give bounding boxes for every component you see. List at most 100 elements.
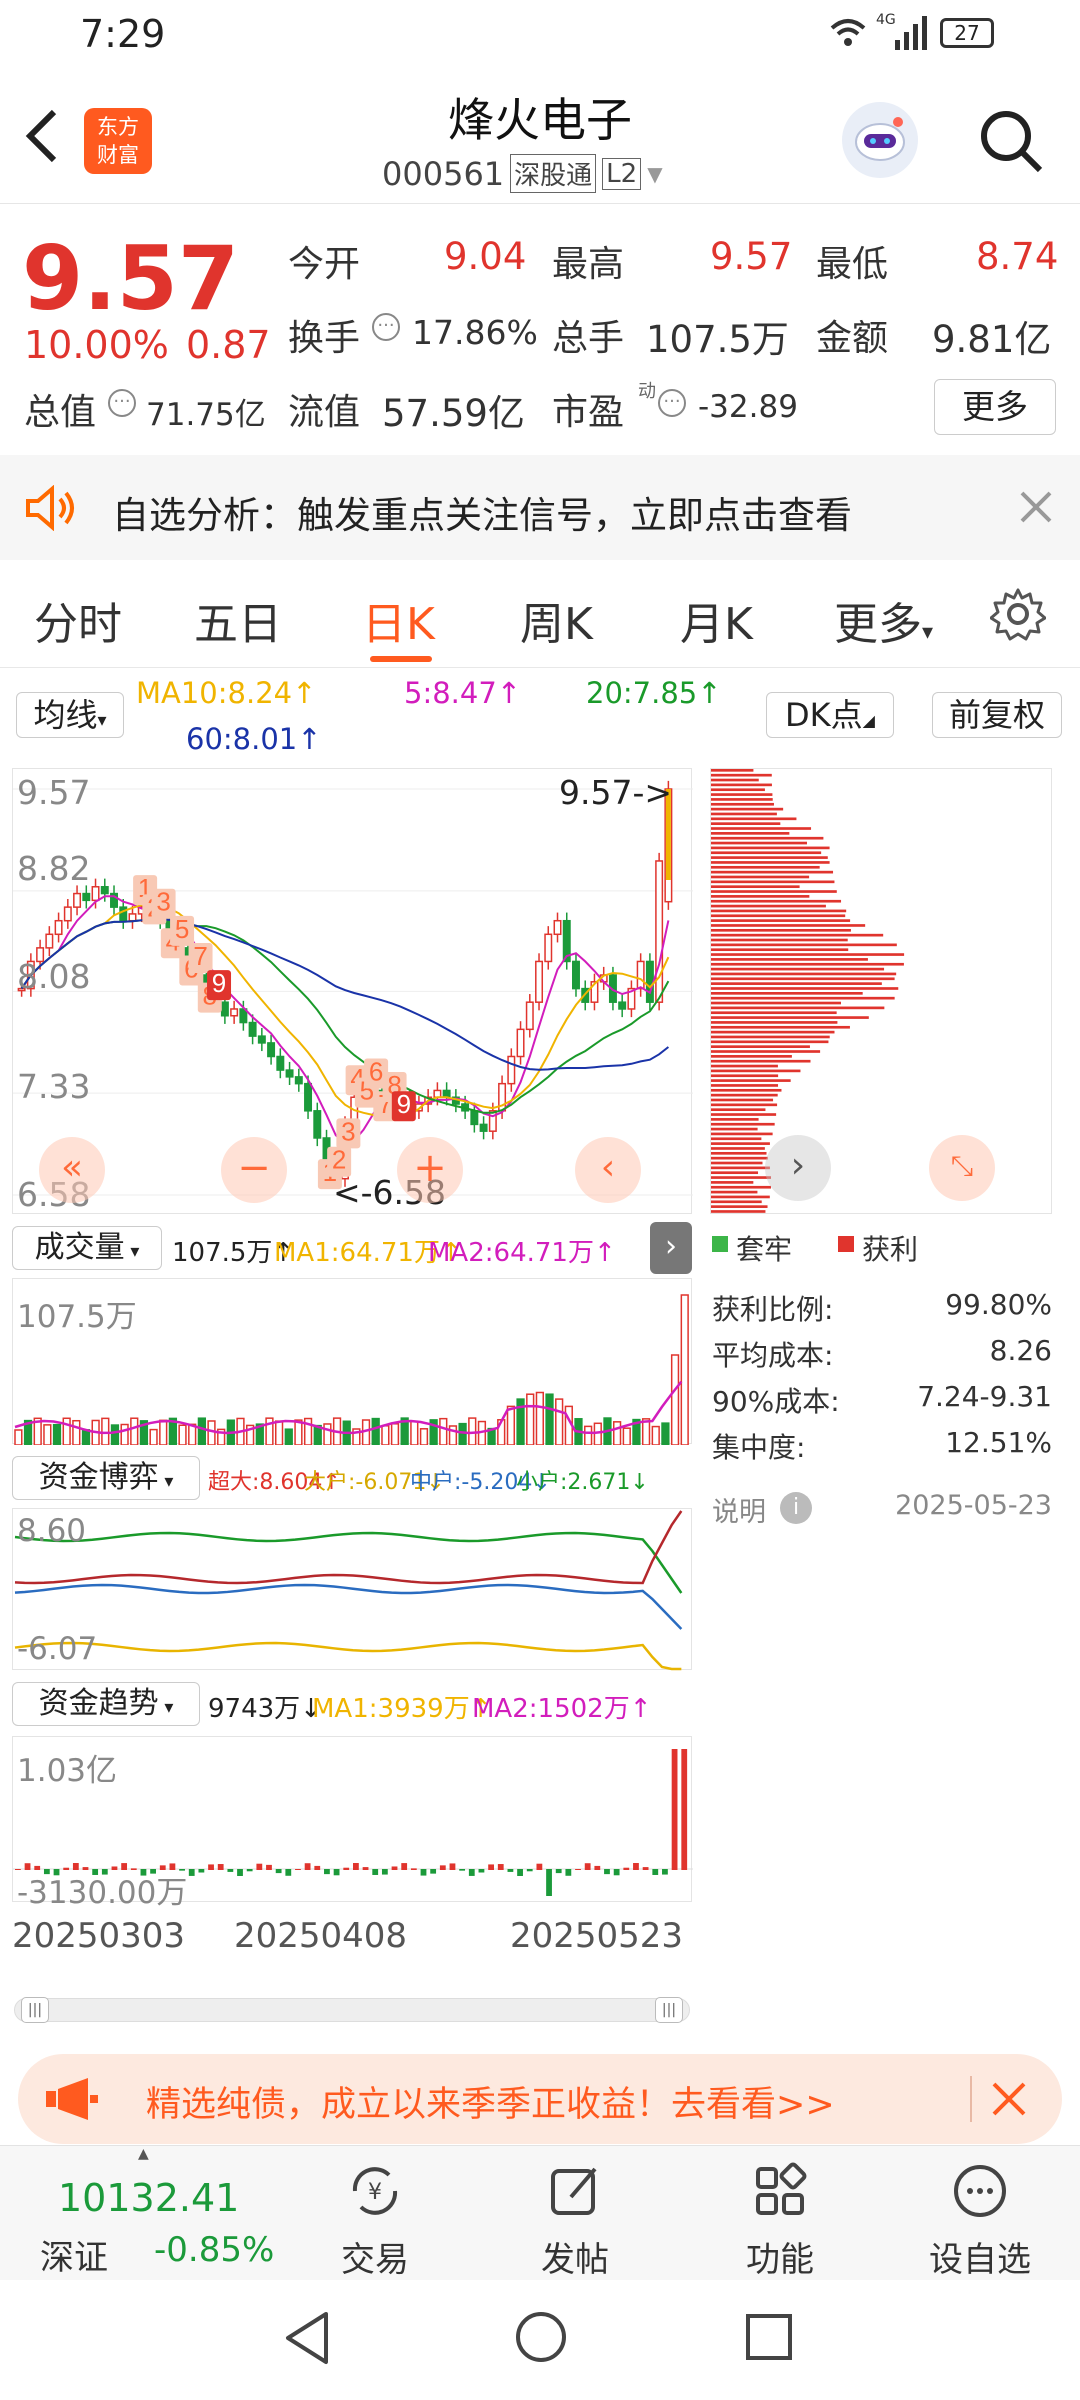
info-dots-icon[interactable]: ··· [658, 389, 686, 417]
tab-more[interactable]: 更多▾ [834, 588, 933, 652]
pe-value: -32.89 [698, 389, 798, 425]
search-icon[interactable] [978, 108, 1044, 174]
trend-bar [671, 1749, 678, 1870]
tab-monthly-k[interactable]: 月K [680, 588, 753, 652]
expand-icon[interactable]: ⤡ [929, 1135, 995, 1201]
index-name: 深证 [40, 2238, 108, 2278]
step-left-icon[interactable]: ‹ [575, 1137, 641, 1203]
info-dots-icon[interactable]: ··· [372, 313, 400, 341]
nav-post[interactable]: 发帖 [505, 2146, 645, 2281]
chip-bar [711, 904, 826, 908]
ma-select[interactable]: 均线▾ [16, 692, 124, 738]
chip-bar [711, 1195, 770, 1199]
chip-bar [711, 846, 830, 850]
tab-daily-k[interactable]: 日K [362, 588, 435, 652]
stock-code: 000561 [382, 154, 505, 193]
chip-bar [711, 880, 835, 884]
more-dots-icon [910, 2156, 1050, 2226]
zoom-out-icon[interactable]: − [221, 1137, 287, 1203]
candle-body [248, 1021, 257, 1037]
trend-bar [295, 1868, 301, 1870]
nav-home-icon[interactable] [514, 2310, 568, 2364]
chip-distribution-chart[interactable]: › ⤡ [710, 768, 1052, 1214]
slider-left-handle[interactable]: ||| [21, 1997, 49, 2023]
fund-trend-chart[interactable]: 1.03亿 -3130.00万 [12, 1736, 693, 1911]
chip-bar [711, 1088, 782, 1092]
trend-bar [652, 1869, 659, 1875]
dk-point-button[interactable]: DK点◢ [766, 692, 894, 738]
trend-bar [604, 1869, 610, 1875]
trend-bar [497, 1864, 504, 1870]
info-icon[interactable]: i [780, 1492, 812, 1524]
tab-intraday[interactable]: 分时 [34, 588, 122, 652]
adjust-button[interactable]: 前复权 [932, 692, 1062, 738]
chip-bar [711, 802, 774, 806]
fund-game-chart[interactable]: 8.60 -6.07 [12, 1508, 692, 1671]
chip-bar [711, 1011, 837, 1015]
volume-bar [584, 1425, 593, 1446]
chip-bar [711, 972, 897, 976]
nav-back-icon[interactable] [282, 2310, 332, 2366]
nav-functions[interactable]: 功能 [710, 2146, 850, 2281]
big-line [14, 1641, 682, 1671]
robot-avatar-icon[interactable] [842, 102, 918, 178]
chip-bar [711, 856, 828, 859]
info-dots-icon[interactable]: ··· [108, 389, 136, 417]
open-value: 9.04 [444, 235, 527, 278]
expand-right-icon[interactable]: › [650, 1222, 692, 1274]
trend-bar [642, 1867, 649, 1870]
close-icon[interactable] [990, 2080, 1028, 2118]
ma60-label: 60:8.01↑ [186, 722, 322, 756]
volume-select[interactable]: 成交量 ▾ [12, 1226, 162, 1270]
trend-bar [555, 1869, 562, 1874]
chip-bar [711, 875, 810, 879]
volume-bar [371, 1417, 380, 1446]
slider-right-handle[interactable]: ||| [655, 1997, 683, 2023]
fund-game-select[interactable]: 资金博弈 ▾ [12, 1456, 200, 1500]
chip-bar [711, 1098, 774, 1102]
trend-bar [478, 1869, 485, 1873]
trend-bar [468, 1869, 475, 1876]
trend-bar [613, 1869, 620, 1876]
signal-digit: 3 [341, 1116, 355, 1146]
trend-bar [517, 1869, 523, 1876]
candle-body [230, 1008, 239, 1017]
trend-bar [353, 1863, 359, 1870]
settings-gear-icon[interactable] [989, 586, 1047, 642]
fund-trend-select[interactable]: 资金趋势 ▾ [12, 1682, 200, 1726]
candle-body [304, 1082, 313, 1112]
chip-next-icon[interactable]: › [765, 1135, 831, 1201]
nav-trade[interactable]: ¥ 交易 [305, 2146, 445, 2281]
tab-five-day[interactable]: 五日 [194, 588, 282, 652]
more-button[interactable]: 更多 [934, 379, 1056, 435]
kline-chart[interactable]: 123456789123456789 9.57 8.82 8.08 7.33 6… [12, 768, 693, 1214]
ma5-label: 5:8.47↑ [404, 676, 522, 710]
analysis-banner[interactable]: 自选分析：触发重点关注信号，立即点击查看 [0, 455, 1080, 560]
volume-chart[interactable]: 107.5万 [12, 1278, 692, 1446]
chip-bar [711, 1176, 772, 1179]
scroll-start-icon[interactable]: « [39, 1137, 105, 1203]
trend-bar [381, 1869, 388, 1875]
y-label-4: 7.33 [17, 1067, 91, 1106]
nav-recents-icon[interactable] [744, 2312, 794, 2362]
tab-weekly-k[interactable]: 周K [520, 588, 593, 652]
range-slider[interactable]: ||| ||| [14, 1997, 690, 2023]
index-ticker[interactable]: ▲ 10132.41 深证 -0.85% [20, 2146, 290, 2281]
fund-y-top: 8.60 [17, 1513, 87, 1549]
date-axis: 20250303 20250408 20250523 [12, 1902, 692, 1972]
promo-banner[interactable]: 精选纯债，成立以来季季正收益！去看看>> [18, 2054, 1062, 2144]
dropdown-icon[interactable]: ▼ [647, 162, 662, 186]
system-nav-bar [0, 2280, 1080, 2400]
nav-add-watchlist[interactable]: 设自选 [910, 2146, 1050, 2281]
chip-bar [711, 1040, 829, 1044]
volume-bar [72, 1419, 81, 1446]
chip-bar [711, 1050, 821, 1053]
trend-bar [565, 1869, 572, 1876]
turnover-label: 换手 [288, 318, 361, 359]
mid-line [14, 1583, 683, 1630]
zoom-in-icon[interactable]: + [397, 1137, 463, 1203]
trend-ma1: MA1:3939万↑ [312, 1694, 492, 1724]
trend-bar [430, 1869, 437, 1874]
close-icon[interactable] [1018, 489, 1054, 525]
small-value: 小户:2.671↓ [516, 1470, 649, 1495]
